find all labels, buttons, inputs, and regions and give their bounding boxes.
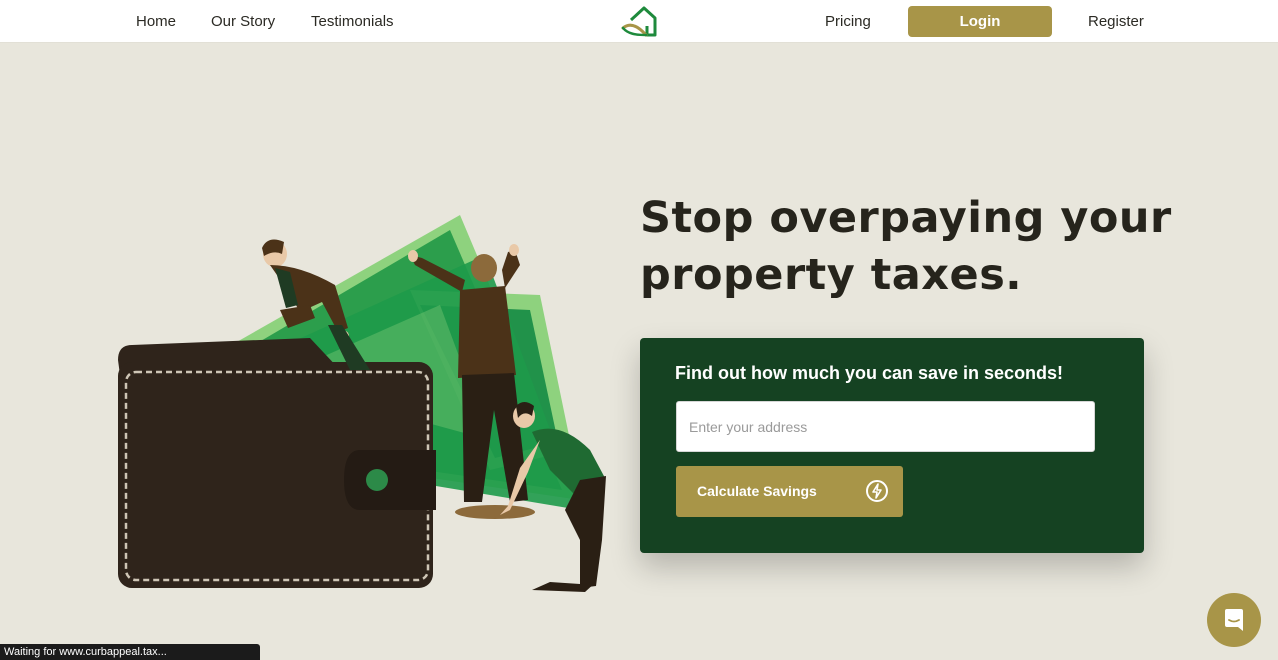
nav-link-testimonials[interactable]: Testimonials [311, 13, 394, 30]
calculate-savings-button[interactable]: Calculate Savings [676, 466, 903, 517]
house-logo-icon[interactable] [620, 4, 658, 38]
nav-link-home[interactable]: Home [136, 13, 176, 30]
hero-headline-line-2: property taxes. [640, 250, 1023, 300]
login-button-label: Login [959, 13, 1001, 30]
login-button[interactable]: Login [908, 6, 1052, 37]
hero-headline-line-1: Stop overpaying your [640, 193, 1172, 243]
browser-status-bar: Waiting for www.curbappeal.tax... [0, 644, 260, 660]
address-input[interactable] [676, 401, 1095, 452]
chat-bubble-icon [1225, 609, 1243, 631]
hero-headline: Stop overpaying your property taxes. [640, 190, 1200, 304]
calculate-savings-label: Calculate Savings [697, 483, 817, 499]
lightning-bolt-icon [866, 480, 888, 502]
nav-link-our-story[interactable]: Our Story [211, 13, 275, 30]
savings-calculator-card: Find out how much you can save in second… [640, 338, 1144, 553]
wallet-graphic [118, 362, 436, 588]
wallet-money-illustration [118, 215, 606, 592]
top-navigation-bar: Home Our Story Testimonials Pricing Logi… [0, 0, 1278, 43]
nav-link-pricing[interactable]: Pricing [825, 13, 871, 30]
chat-launcher-button[interactable] [1207, 593, 1261, 647]
card-title: Find out how much you can save in second… [675, 363, 1064, 383]
nav-link-register[interactable]: Register [1088, 13, 1144, 30]
